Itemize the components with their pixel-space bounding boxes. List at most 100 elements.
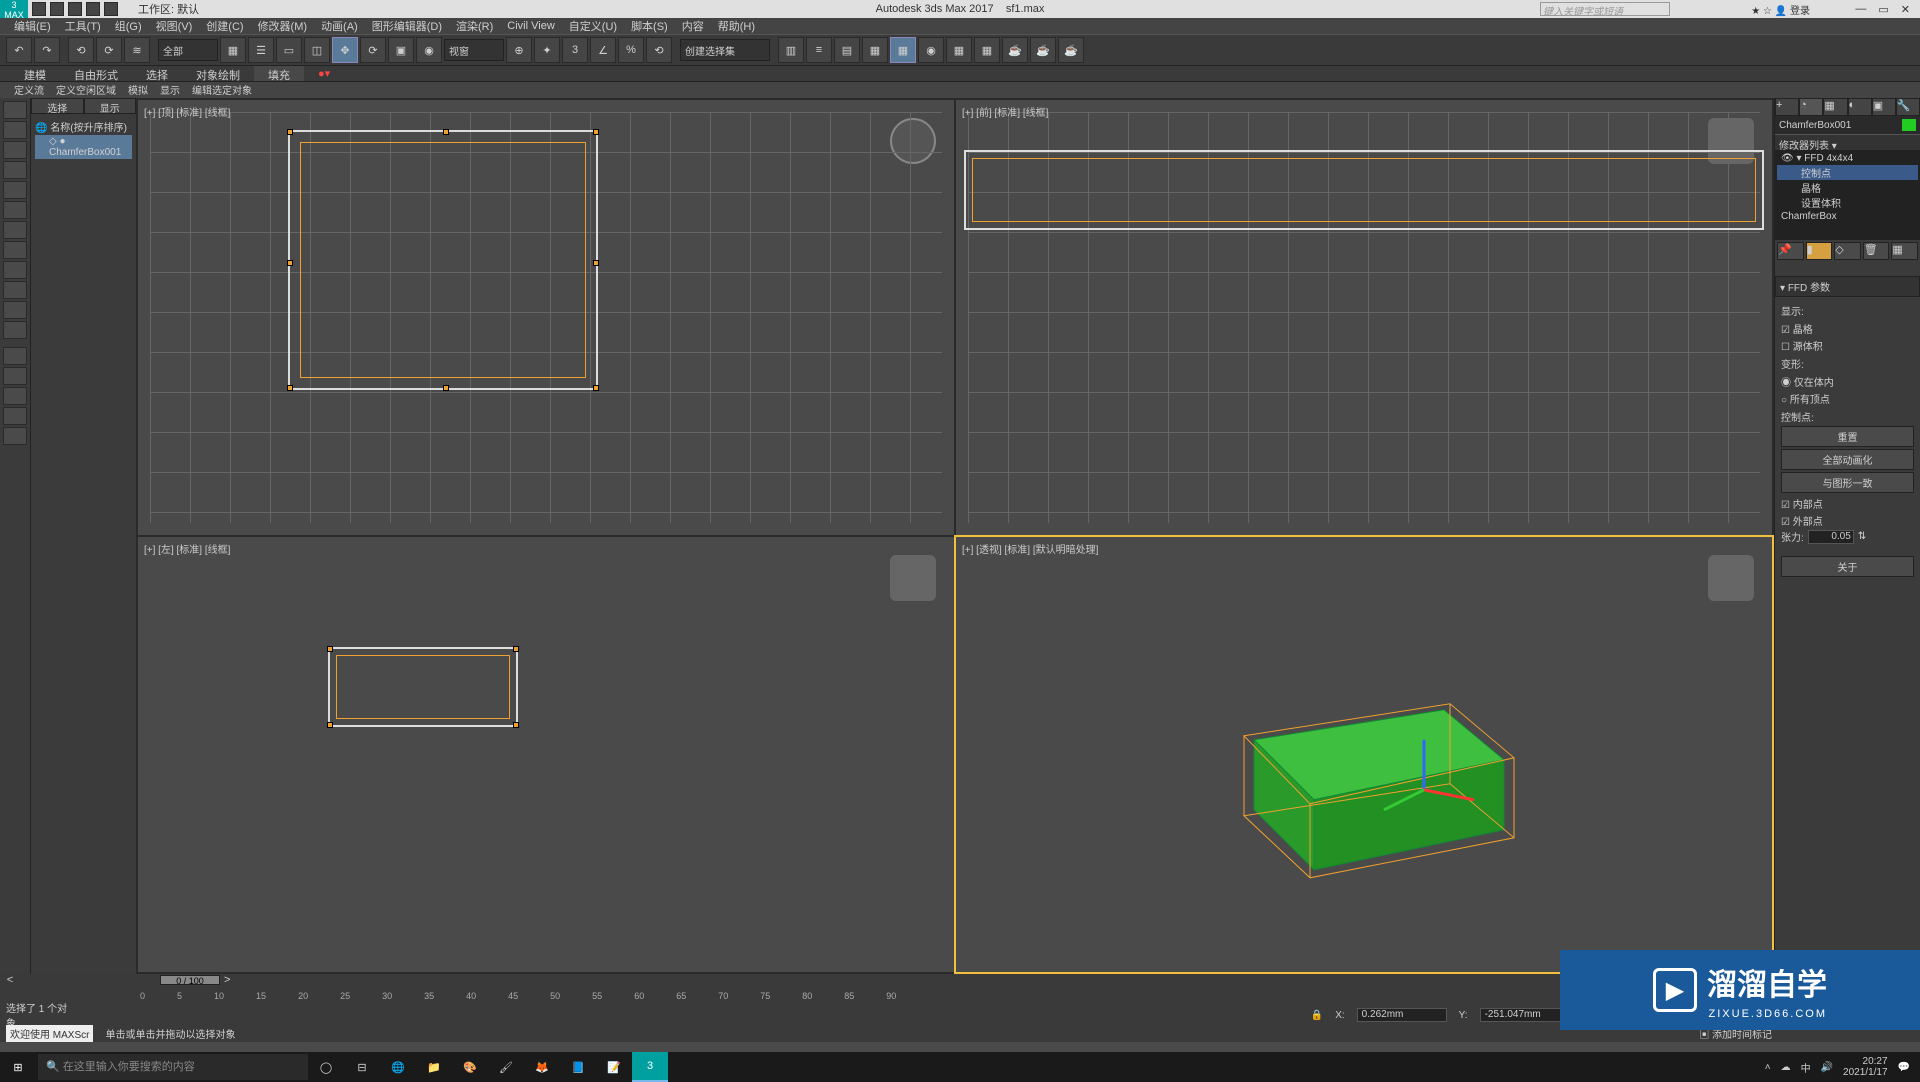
scene-col-display[interactable]: 显示 xyxy=(84,98,137,114)
coord-y-input[interactable]: -251.047mm xyxy=(1480,1008,1570,1022)
left-tool-9[interactable] xyxy=(3,261,27,279)
rollout-ffd-params[interactable]: ▾ FFD 参数 xyxy=(1775,276,1920,297)
menu-animation[interactable]: 动画(A) xyxy=(315,18,364,34)
ribbon-tab-modeling[interactable]: 建模 xyxy=(10,66,60,81)
menu-content[interactable]: 内容 xyxy=(676,18,710,34)
menu-customize[interactable]: 自定义(U) xyxy=(563,18,623,34)
left-tool-5[interactable] xyxy=(3,181,27,199)
taskbar-app3-icon[interactable]: 📘 xyxy=(560,1052,596,1082)
viewport-left[interactable]: [+] [左] [标准] [线框] xyxy=(138,537,954,972)
chk-lattice[interactable]: ☑ 晶格 xyxy=(1781,320,1914,337)
pivot-button[interactable]: ⊕ xyxy=(506,37,532,63)
tray-clock[interactable]: 20:272021/1/17 xyxy=(1843,1056,1888,1078)
select-move-button[interactable]: ✥ xyxy=(332,37,358,63)
qat-new-icon[interactable] xyxy=(32,2,46,16)
left-tool-11[interactable] xyxy=(3,301,27,319)
qat-redo-icon[interactable] xyxy=(104,2,118,16)
tray-up-icon[interactable]: ˄ xyxy=(1765,1062,1771,1073)
tray-notifications-icon[interactable]: 💬 xyxy=(1898,1062,1910,1073)
link-button[interactable]: ⟲ xyxy=(68,37,94,63)
render-prod-button[interactable]: ☕ xyxy=(1030,37,1056,63)
left-tool-15[interactable] xyxy=(3,387,27,405)
tray-cloud-icon[interactable]: ☁ xyxy=(1781,1062,1791,1073)
curve-editor-button[interactable]: ▦ xyxy=(862,37,888,63)
render-iter-button[interactable]: ☕ xyxy=(1058,37,1084,63)
btn-conform[interactable]: 与图形一致 xyxy=(1781,472,1914,493)
cmd-tab-display[interactable]: ▣ xyxy=(1872,98,1896,116)
mod-sub-lattice[interactable]: 晶格 xyxy=(1777,180,1918,195)
taskbar-3dsmax-icon[interactable]: 3 xyxy=(632,1052,668,1082)
left-tool-1[interactable] xyxy=(3,101,27,119)
unlink-button[interactable]: ⟳ xyxy=(96,37,122,63)
tray-volume-icon[interactable]: 🔊 xyxy=(1821,1062,1833,1073)
btn-animate-all[interactable]: 全部动画化 xyxy=(1781,449,1914,470)
left-tool-16[interactable] xyxy=(3,407,27,425)
mod-sub-controlpoints[interactable]: 控制点 xyxy=(1777,165,1918,180)
signin-link[interactable]: ★ ☆ 👤 登录 xyxy=(1751,2,1810,17)
ribbon-tab-objectpaint[interactable]: 对象绘制 xyxy=(182,66,254,81)
menu-graph-editors[interactable]: 图形编辑器(D) xyxy=(366,18,448,34)
stack-unique-button[interactable]: ◇ xyxy=(1834,242,1861,260)
render-frame-button[interactable]: ▦ xyxy=(974,37,1000,63)
snap-toggle-button[interactable]: 3 xyxy=(562,37,588,63)
ref-coord-dropdown[interactable]: 视窗 xyxy=(444,39,504,61)
manipulate-button[interactable]: ✦ xyxy=(534,37,560,63)
object-wireframe-front[interactable] xyxy=(964,150,1764,230)
left-tool-6[interactable] xyxy=(3,201,27,219)
subribbon-sim[interactable]: 模拟 xyxy=(122,82,154,98)
select-name-button[interactable]: ☰ xyxy=(248,37,274,63)
placement-button[interactable]: ◉ xyxy=(416,37,442,63)
chk-outside[interactable]: ☑ 外部点 xyxy=(1781,512,1914,529)
object-perspective[interactable] xyxy=(1184,639,1544,879)
help-search-input[interactable]: 键入关键字或短语 xyxy=(1540,2,1670,16)
select-object-button[interactable]: ▦ xyxy=(220,37,246,63)
viewport-left-label[interactable]: [+] [左] [标准] [线框] xyxy=(144,541,230,556)
redo-button[interactable]: ↷ xyxy=(34,37,60,63)
btn-reset[interactable]: 重置 xyxy=(1781,426,1914,447)
spinner-arrows-icon[interactable]: ⇅ xyxy=(1858,531,1866,542)
left-tool-4[interactable] xyxy=(3,161,27,179)
maximize-button[interactable]: ▭ xyxy=(1878,3,1888,16)
modifier-list-dropdown[interactable]: 修改器列表 ▾ xyxy=(1775,134,1920,150)
menu-render[interactable]: 渲染(R) xyxy=(450,18,499,34)
stack-pin-button[interactable]: 📌 xyxy=(1777,242,1804,260)
ribbon-tab-populate[interactable]: 填充 xyxy=(254,66,304,81)
viewport-persp-label[interactable]: [+] [透视] [标准] [默认明暗处理] xyxy=(962,541,1098,556)
qat-undo-icon[interactable] xyxy=(86,2,100,16)
cmd-tab-create[interactable]: + xyxy=(1775,98,1799,116)
mod-base-chamferbox[interactable]: ChamferBox xyxy=(1777,210,1918,223)
menu-create[interactable]: 创建(C) xyxy=(200,18,249,34)
selection-filter-dropdown[interactable]: 全部 xyxy=(158,39,218,61)
task-view-icon[interactable]: ◯ xyxy=(308,1052,344,1082)
left-tool-2[interactable] xyxy=(3,121,27,139)
cmd-tab-modify[interactable]: ◔ xyxy=(1799,98,1823,116)
taskbar-firefox-icon[interactable]: 🦊 xyxy=(524,1052,560,1082)
menu-help[interactable]: 帮助(H) xyxy=(712,18,761,34)
taskbar-app1-icon[interactable]: 🎨 xyxy=(452,1052,488,1082)
render-button[interactable]: ☕ xyxy=(1002,37,1028,63)
cmd-tab-hierarchy[interactable]: ▦ xyxy=(1823,98,1847,116)
viewport-front-label[interactable]: [+] [前] [标准] [线框] xyxy=(962,104,1048,119)
left-tool-14[interactable] xyxy=(3,367,27,385)
viewport-top[interactable]: [+] [顶] [标准] [线框] xyxy=(138,100,954,535)
stack-config-button[interactable]: ▦ xyxy=(1891,242,1918,260)
taskbar-edge-icon[interactable]: 🌐 xyxy=(380,1052,416,1082)
taskbar-app4-icon[interactable]: 📝 xyxy=(596,1052,632,1082)
timeslider-next-icon[interactable]: > xyxy=(224,974,230,986)
chk-source[interactable]: ☐ 源体积 xyxy=(1781,337,1914,354)
ribbon-tab-selection[interactable]: 选择 xyxy=(132,66,182,81)
material-editor-button[interactable]: ◉ xyxy=(918,37,944,63)
time-slider-handle[interactable]: 0 / 100 xyxy=(160,975,220,985)
angle-snap-button[interactable]: ∠ xyxy=(590,37,616,63)
viewport-front[interactable]: [+] [前] [标准] [线框] xyxy=(956,100,1772,535)
menu-modifiers[interactable]: 修改器(M) xyxy=(252,18,314,34)
ribbon-tab-freeform[interactable]: 自由形式 xyxy=(60,66,132,81)
menu-edit[interactable]: 编辑(E) xyxy=(8,18,57,34)
left-tool-13[interactable] xyxy=(3,347,27,365)
menu-view[interactable]: 视图(V) xyxy=(150,18,199,34)
taskbar-explorer-icon[interactable]: 📁 xyxy=(416,1052,452,1082)
render-setup-button[interactable]: ▦ xyxy=(946,37,972,63)
minimize-button[interactable]: — xyxy=(1855,3,1866,16)
menu-tools[interactable]: 工具(T) xyxy=(59,18,107,34)
viewcube-left-icon[interactable] xyxy=(890,555,936,601)
